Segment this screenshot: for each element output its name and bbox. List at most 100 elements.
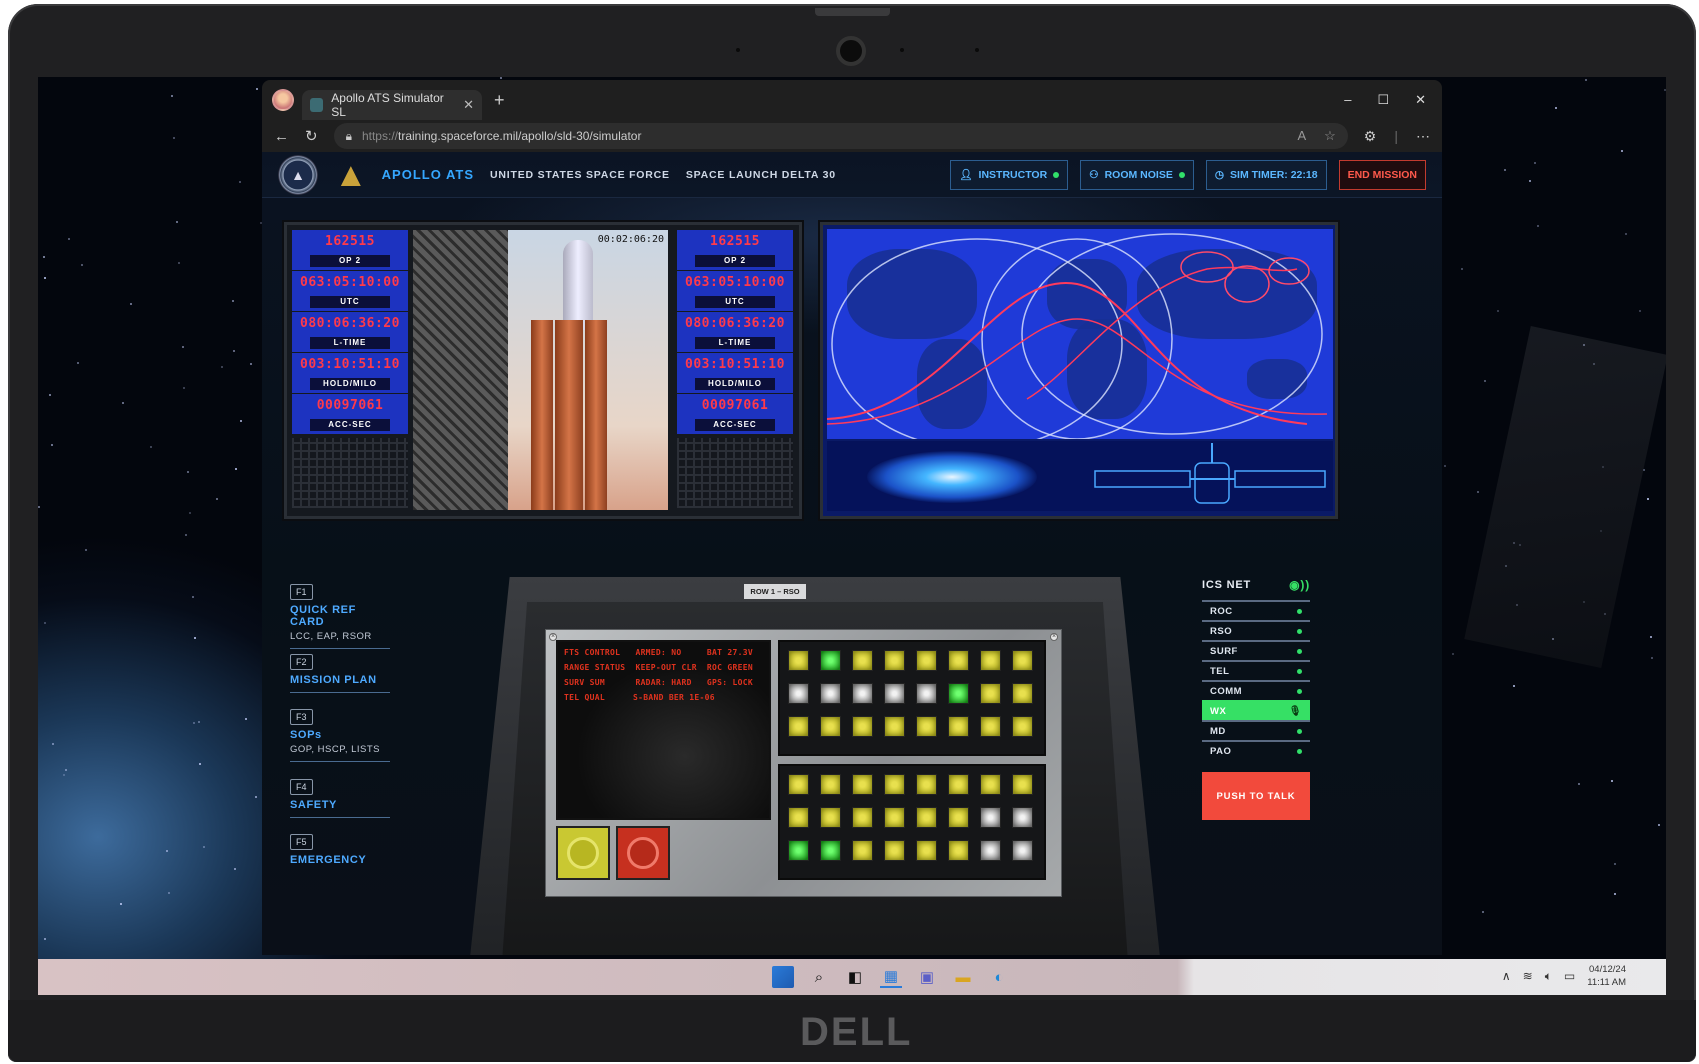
indicator-light[interactable]	[980, 774, 1001, 795]
wifi-icon[interactable]: ≋	[1523, 969, 1533, 983]
favorite-star-icon[interactable]: ☆	[1324, 128, 1336, 144]
indicator-light[interactable]	[820, 650, 841, 671]
world-tracking-map[interactable]	[827, 229, 1333, 439]
ics-item-md[interactable]: MD	[1202, 720, 1310, 740]
close-window-icon[interactable]: ✕	[1415, 92, 1426, 108]
webcam	[836, 36, 866, 66]
sim-timer-button[interactable]: ◷ SIM TIMER: 22:18	[1205, 159, 1327, 190]
indicator-light[interactable]	[1012, 650, 1033, 671]
indicator-light[interactable]	[916, 807, 937, 828]
start-windows-icon[interactable]	[772, 966, 794, 988]
indicator-light[interactable]	[948, 650, 969, 671]
maximize-icon[interactable]: ☐	[1377, 92, 1389, 108]
address-bar[interactable]: 🔒︎ https://training.spaceforce.mil/apoll…	[333, 123, 1348, 149]
indicator-light[interactable]	[980, 650, 1001, 671]
indicator-light[interactable]	[884, 774, 905, 795]
indicator-light[interactable]	[788, 807, 809, 828]
indicator-light[interactable]	[852, 840, 873, 861]
indicator-light[interactable]	[852, 716, 873, 737]
indicator-light[interactable]	[788, 840, 809, 861]
indicator-light[interactable]	[948, 840, 969, 861]
indicator-light[interactable]	[916, 774, 937, 795]
indicator-light[interactable]	[884, 683, 905, 704]
status-dot	[1178, 171, 1185, 178]
indicator-light[interactable]	[788, 650, 809, 671]
indicator-light[interactable]	[916, 683, 937, 704]
indicator-light[interactable]	[948, 716, 969, 737]
indicator-light[interactable]	[788, 683, 809, 704]
browser-tab[interactable]: Apollo ATS Simulator SL ✕	[302, 90, 482, 120]
indicator-light[interactable]	[948, 807, 969, 828]
ics-item-roc[interactable]: ROC	[1202, 600, 1310, 620]
launch-video-feed[interactable]: 00:02:06:20	[413, 230, 668, 510]
chevron-up-icon[interactable]: ∧	[1502, 969, 1511, 983]
search-icon[interactable]: ⌕	[808, 966, 830, 988]
more-menu-icon[interactable]: ⋯	[1416, 128, 1430, 145]
indicator-light[interactable]	[1012, 840, 1033, 861]
indicator-light[interactable]	[884, 716, 905, 737]
indicator-light[interactable]	[788, 774, 809, 795]
indicator-light[interactable]	[948, 683, 969, 704]
push-to-talk-button[interactable]: PUSH TO TALK	[1202, 772, 1310, 820]
indicator-light[interactable]	[980, 716, 1001, 737]
indicator-light[interactable]	[916, 840, 937, 861]
ics-item-comm[interactable]: COMM	[1202, 680, 1310, 700]
indicator-light[interactable]	[820, 683, 841, 704]
fkey-emergency[interactable]: F5 EMERGENCY	[290, 832, 390, 866]
indicator-light[interactable]	[820, 716, 841, 737]
indicator-light[interactable]	[884, 840, 905, 861]
indicator-light[interactable]	[948, 774, 969, 795]
indicator-light[interactable]	[980, 683, 1001, 704]
new-tab-icon[interactable]: +	[494, 90, 505, 111]
profile-avatar[interactable]	[272, 89, 294, 111]
file-explorer-icon[interactable]: ▬	[952, 966, 974, 988]
end-mission-button[interactable]: END MISSION	[1338, 159, 1426, 190]
ics-item-label: RSO	[1210, 625, 1233, 637]
extensions-icon[interactable]: ⚙︎	[1364, 128, 1377, 145]
indicator-light[interactable]	[820, 807, 841, 828]
indicator-light[interactable]	[788, 716, 809, 737]
ics-item-surf[interactable]: SURF	[1202, 640, 1310, 660]
fkey-mission-plan[interactable]: F2 MISSION PLAN	[290, 652, 390, 693]
close-tab-icon[interactable]: ✕	[463, 97, 474, 113]
star	[171, 95, 174, 98]
indicator-light[interactable]	[852, 774, 873, 795]
indicator-light[interactable]	[852, 650, 873, 671]
indicator-light[interactable]	[1012, 807, 1033, 828]
indicator-light[interactable]	[980, 840, 1001, 861]
fkey-quick-ref[interactable]: F1 QUICK REF CARD LCC, EAP, RSOR	[290, 582, 390, 649]
edge-browser-icon[interactable]: ◐	[988, 966, 1010, 988]
reload-icon[interactable]: ↻	[305, 127, 318, 145]
abort-button[interactable]	[616, 826, 670, 880]
room-noise-button[interactable]: ⚇ ROOM NOISE	[1080, 159, 1194, 190]
indicator-light[interactable]	[1012, 716, 1033, 737]
task-view-icon[interactable]: ◧	[844, 966, 866, 988]
indicator-light[interactable]	[820, 840, 841, 861]
read-aloud-icon[interactable]: A︎	[1297, 128, 1306, 144]
indicator-light[interactable]	[884, 650, 905, 671]
indicator-light[interactable]	[884, 807, 905, 828]
indicator-light[interactable]	[1012, 683, 1033, 704]
indicator-light[interactable]	[1012, 774, 1033, 795]
ics-item-wx[interactable]: WX 🎙︎	[1202, 700, 1310, 720]
indicator-light[interactable]	[980, 807, 1001, 828]
taskbar-clock[interactable]: 04/12/24 11:11 AM	[1587, 963, 1626, 989]
minimize-icon[interactable]: –	[1344, 92, 1351, 108]
volume-icon[interactable]: 🔈︎	[1545, 969, 1552, 984]
fkey-sops[interactable]: F3 SOPs GOP, HSCP, LISTS	[290, 707, 390, 762]
battery-icon[interactable]: ▭	[1564, 969, 1575, 983]
ics-item-rso[interactable]: RSO	[1202, 620, 1310, 640]
indicator-light[interactable]	[852, 807, 873, 828]
ics-item-pao[interactable]: PAO	[1202, 740, 1310, 760]
instructor-button[interactable]: 👤︎ INSTRUCTOR	[950, 159, 1069, 190]
back-icon[interactable]: ←	[274, 128, 289, 145]
confirm-button[interactable]	[556, 826, 610, 880]
indicator-light[interactable]	[916, 716, 937, 737]
ics-item-tel[interactable]: TEL	[1202, 660, 1310, 680]
widgets-icon[interactable]: ▦	[880, 966, 902, 988]
indicator-light[interactable]	[852, 683, 873, 704]
indicator-light[interactable]	[820, 774, 841, 795]
fkey-safety[interactable]: F4 SAFETY	[290, 777, 390, 818]
teams-chat-icon[interactable]: ▣	[916, 966, 938, 988]
indicator-light[interactable]	[916, 650, 937, 671]
